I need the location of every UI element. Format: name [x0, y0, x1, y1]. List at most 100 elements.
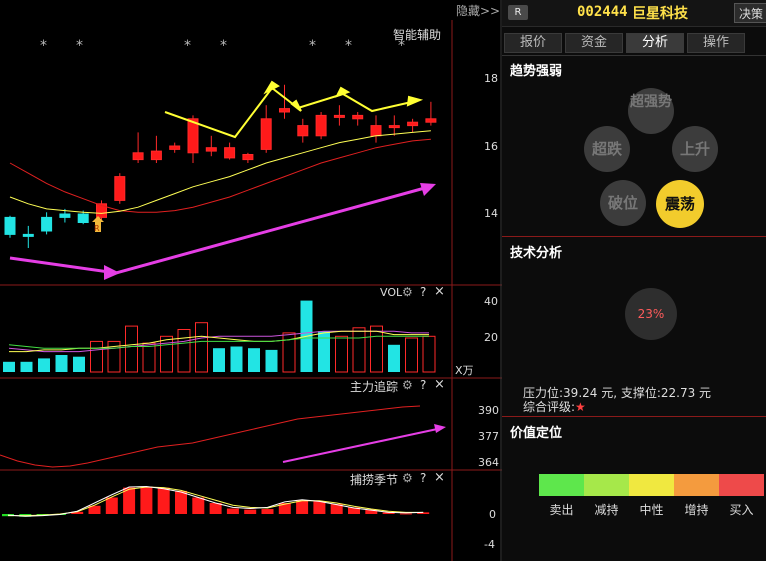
star-mark: * [398, 38, 405, 54]
candle-body [41, 216, 53, 232]
volume-bar [55, 355, 68, 372]
value-level-label: 减持 [594, 503, 619, 517]
volume-bar [20, 361, 33, 372]
season-bar [399, 513, 412, 515]
stock-code: 002444 [577, 4, 628, 20]
season-bar [261, 509, 274, 514]
chart-area[interactable]: R [0, 0, 502, 561]
rating: 综合评级:★ [523, 400, 586, 414]
candle-body [169, 145, 181, 150]
candle-body [407, 121, 419, 127]
r-badge: R [508, 5, 528, 20]
vol-title: VOL [380, 286, 403, 299]
svg-text:R: R [94, 224, 100, 233]
trend-oscillation: 震荡 [656, 180, 704, 228]
vol-unit: X万 [455, 364, 474, 377]
close-icon[interactable]: × [434, 377, 445, 392]
volume-bar [318, 331, 330, 372]
trend-oversold: 超跌 [584, 126, 630, 172]
volume-bar [388, 344, 400, 372]
season-tick: 0 [489, 508, 496, 521]
tab-analysis[interactable]: 分析 [626, 33, 684, 53]
gear-icon[interactable]: ⚙ [402, 285, 413, 299]
value-level-bar [539, 474, 584, 496]
season-bar [296, 500, 309, 514]
trend-breakdown: 破位 [600, 180, 646, 226]
hide-panel-button[interactable]: 隐藏>> [456, 2, 500, 19]
candle-body [388, 125, 400, 129]
candle-body [370, 125, 382, 137]
stock-header: R 002444 巨星科技 决策 [502, 0, 766, 27]
value-title: 价值定位 [510, 426, 563, 441]
value-level-label: 卖出 [549, 503, 574, 517]
candle-body [4, 216, 16, 235]
season-bar [244, 509, 257, 514]
season-title: 捕捞季节 [350, 473, 399, 487]
volume-bar [3, 361, 15, 372]
volume-bar [38, 358, 50, 372]
value-level-bar [719, 474, 764, 496]
candle-body [297, 125, 309, 137]
help-icon[interactable]: ? [420, 471, 426, 485]
candle-body [22, 233, 34, 237]
season-bar [192, 497, 205, 514]
star-mark: * [345, 38, 352, 54]
star-mark: * [220, 38, 227, 54]
star-mark: * [76, 38, 83, 54]
volume-bar [248, 348, 260, 372]
season-bar [209, 503, 222, 514]
season-bar [175, 490, 187, 514]
season-bar [140, 486, 153, 514]
candle-body [150, 150, 162, 161]
candle-body [224, 147, 236, 159]
season-bar [157, 487, 170, 514]
volume-bar [230, 346, 243, 372]
star-mark: * [184, 38, 191, 54]
value-level-label: 增持 [684, 503, 709, 517]
season-tick: -4 [484, 538, 495, 551]
season-bar [105, 497, 118, 514]
help-icon[interactable]: ? [420, 378, 426, 392]
candle-body [59, 213, 71, 218]
trend-super-strong: 超强势 [628, 88, 674, 134]
candle-body [279, 108, 290, 113]
mf-tick: 377 [478, 430, 499, 443]
main-force-title: 主力追踪 [350, 380, 399, 394]
panel-tabs: 报价 资金 分析 操作 [502, 33, 766, 53]
candle-body [132, 152, 144, 161]
volume-bar [73, 356, 85, 372]
mf-tick: 364 [478, 456, 499, 469]
season-bar [226, 508, 239, 514]
value-level-bar [674, 474, 719, 496]
vol-tick: 40 [484, 295, 498, 308]
candle-body [315, 114, 327, 137]
price-tick: 18 [484, 72, 498, 85]
candle-body [352, 114, 364, 120]
candle-body [205, 147, 217, 152]
analysis-panel: R 002444 巨星科技 决策 报价 资金 分析 操作 趋势强弱 超强势 超跌… [502, 0, 766, 561]
value-level-label: 买入 [729, 503, 754, 517]
tab-funds[interactable]: 资金 [565, 33, 623, 53]
gear-icon[interactable]: ⚙ [402, 471, 413, 485]
value-level-bar [584, 474, 629, 496]
candle-body [260, 118, 272, 150]
close-icon[interactable]: × [434, 470, 445, 485]
value-level-bar [629, 474, 674, 496]
vol-tick: 20 [484, 331, 498, 344]
price-tick: 16 [484, 140, 498, 153]
tab-quote[interactable]: 报价 [504, 33, 562, 53]
tab-operation[interactable]: 操作 [687, 33, 745, 53]
tech-title: 技术分析 [510, 246, 563, 261]
volume-bar [265, 349, 278, 372]
decision-button[interactable]: 决策 [734, 3, 766, 23]
season-bar [313, 501, 326, 514]
mf-tick: 390 [478, 404, 499, 417]
tech-percent: 23% [625, 288, 677, 340]
close-icon[interactable]: × [434, 284, 445, 299]
candle-body [333, 114, 345, 118]
gear-icon[interactable]: ⚙ [402, 378, 413, 392]
help-icon[interactable]: ? [420, 285, 426, 299]
stock-name: 巨星科技 [632, 6, 688, 22]
candle-body [77, 213, 89, 223]
trend-rising: 上升 [672, 126, 718, 172]
